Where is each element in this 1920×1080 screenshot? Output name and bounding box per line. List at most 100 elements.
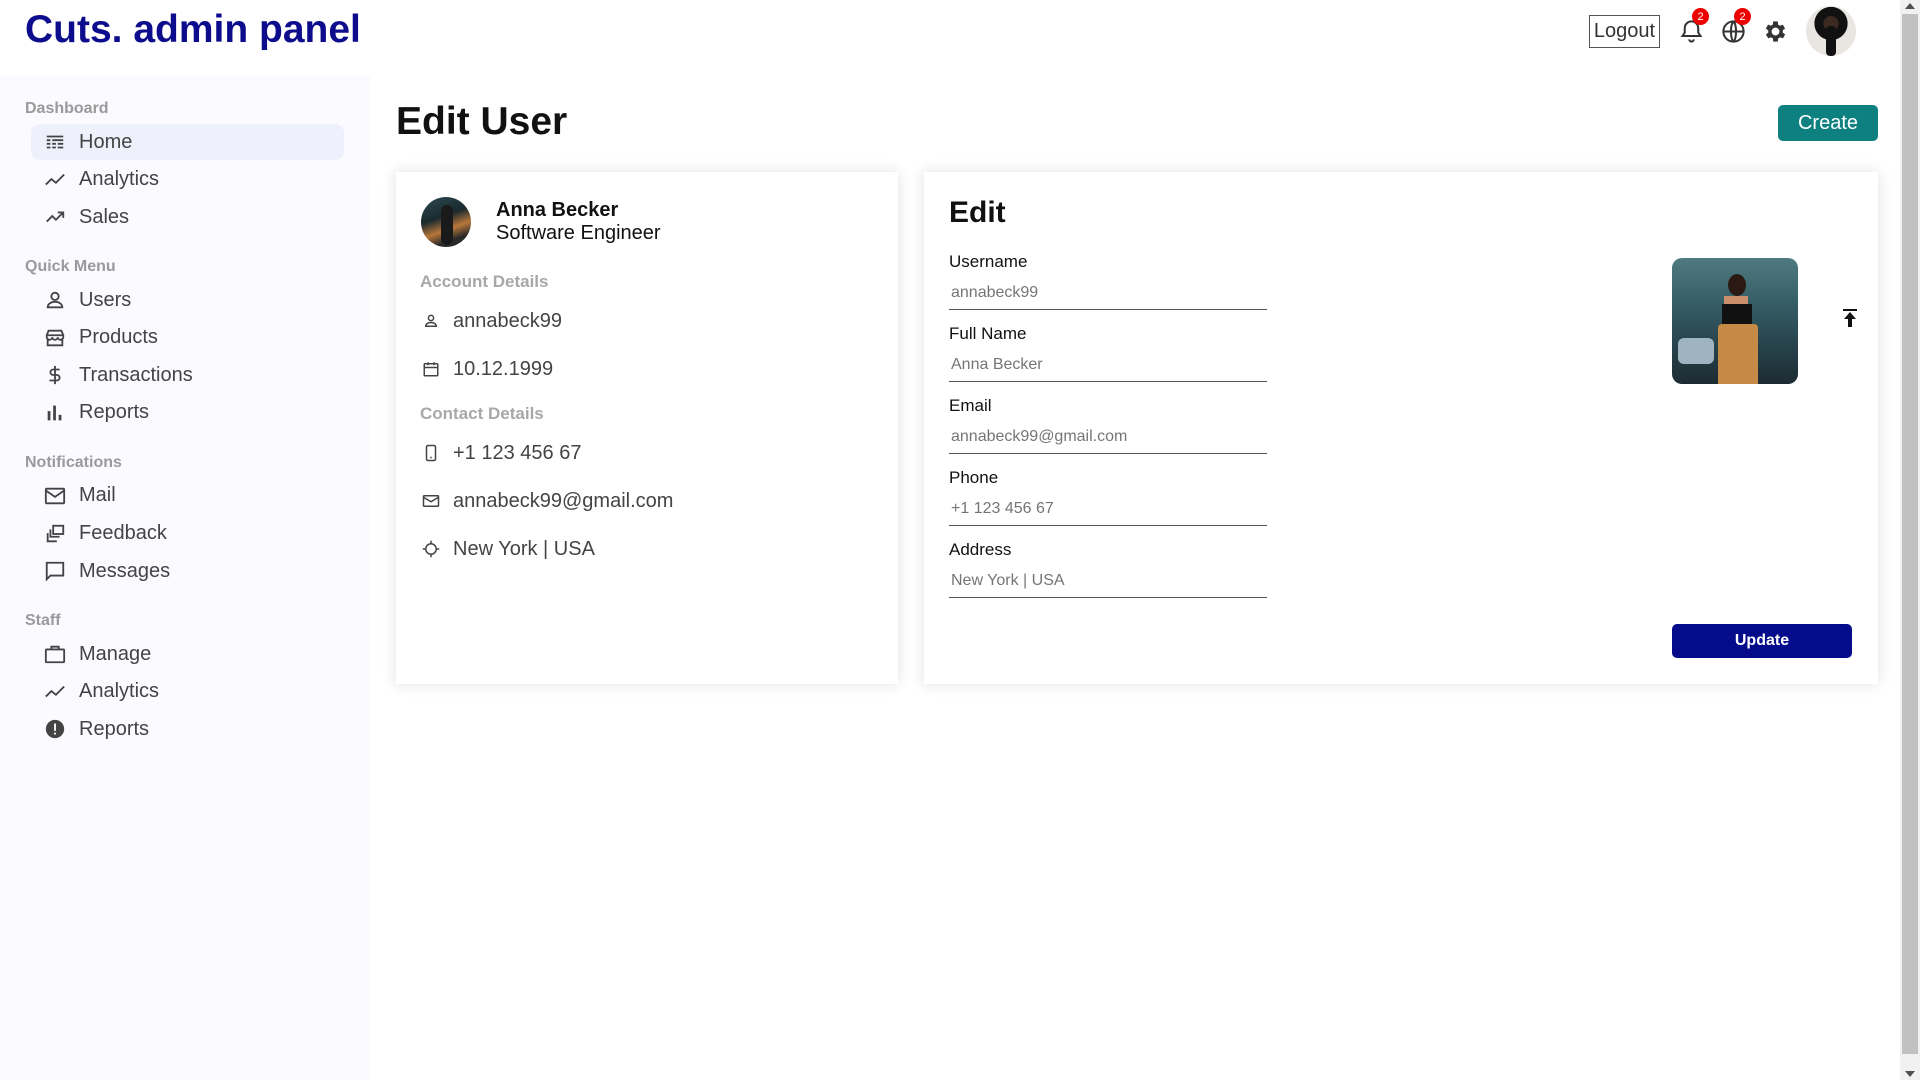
sidebar: Dashboard Home Analytics Sales Quick Men… — [0, 76, 370, 1080]
user-edit-card: Edit Username Full Name Email Phone Addr… — [924, 172, 1878, 684]
sidebar-item-transactions[interactable]: Transactions — [31, 357, 344, 393]
sidebar-item-label: Transactions — [79, 363, 193, 386]
user-header: Anna Becker Software Engineer — [421, 196, 874, 248]
bar-chart-icon — [44, 402, 66, 424]
app-logo[interactable]: Cuts. admin panel — [25, 8, 361, 52]
sidebar-item-analytics[interactable]: Analytics — [31, 162, 344, 198]
sidebar-item-manage[interactable]: Manage — [31, 636, 344, 672]
user-upload-image — [1672, 258, 1798, 384]
sidebar-item-label: Reports — [79, 717, 150, 740]
topbar: Cuts. admin panel Logout 2 2 — [0, 0, 1900, 66]
scroll-down-arrow-icon[interactable] — [1905, 1071, 1915, 1077]
user-name: Anna Becker — [496, 199, 619, 221]
sidebar-item-label: Reports — [79, 401, 150, 424]
user-icon — [44, 289, 66, 311]
sidebar-item-label: Products — [79, 326, 158, 349]
phone-value: +1 123 456 67 — [453, 441, 582, 464]
form-item-username: Username — [949, 252, 1267, 310]
store-icon — [44, 327, 66, 349]
account-details-title: Account Details — [420, 272, 549, 291]
sidebar-item-staff-analytics[interactable]: Analytics — [31, 674, 344, 710]
page-title: Edit User — [396, 100, 568, 143]
sidebar-section-notifications: Notifications Mail Feedback Messages — [25, 454, 370, 589]
notifications-button[interactable]: 2 — [1676, 8, 1709, 46]
dollar-icon — [44, 364, 66, 386]
home-icon — [44, 131, 66, 153]
address-detail: New York | USA — [421, 538, 874, 560]
sidebar-item-staff-reports[interactable]: Reports — [31, 711, 344, 747]
edit-title: Edit — [949, 196, 1006, 229]
sidebar-section-title: Notifications — [25, 453, 122, 471]
sidebar-item-mail[interactable]: Mail — [31, 478, 344, 514]
user-show-card: Anna Becker Software Engineer Account De… — [396, 172, 898, 684]
phone-label: Phone — [949, 468, 999, 487]
settings-button[interactable] — [1760, 16, 1790, 46]
sidebar-item-home[interactable]: Home — [31, 124, 344, 160]
timeline-icon — [44, 169, 66, 191]
edit-form: Username Full Name Email Phone Address — [949, 252, 1267, 598]
update-button[interactable]: Update — [1672, 624, 1852, 658]
scroll-thumb[interactable] — [1902, 14, 1918, 1054]
sidebar-item-products[interactable]: Products — [31, 320, 344, 356]
mail-outline-icon — [421, 491, 441, 511]
sidebar-item-label: Feedback — [79, 522, 167, 545]
sidebar-item-sales[interactable]: Sales — [31, 199, 344, 235]
sidebar-item-users[interactable]: Users — [31, 282, 344, 318]
user-job-title: Software Engineer — [496, 222, 661, 244]
user-avatar — [421, 197, 471, 247]
sidebar-item-reports[interactable]: Reports — [31, 395, 344, 431]
full-name-input[interactable] — [949, 344, 1267, 382]
trending-up-icon — [44, 206, 66, 228]
photo-background-car — [1678, 338, 1714, 364]
form-item-phone: Phone — [949, 468, 1267, 526]
notification-badge: 2 — [1692, 8, 1709, 25]
mail-icon — [44, 485, 66, 507]
create-button[interactable]: Create — [1778, 105, 1878, 141]
address-input[interactable] — [949, 560, 1267, 598]
language-button[interactable]: 2 — [1718, 8, 1751, 46]
form-item-address: Address — [949, 540, 1267, 598]
user-title-block: Anna Becker Software Engineer — [496, 199, 661, 245]
username-detail: annabeck99 — [421, 310, 874, 332]
email-input[interactable] — [949, 416, 1267, 454]
topbar-actions: Logout 2 2 — [1588, 6, 1856, 56]
logout-button[interactable]: Logout — [1588, 14, 1660, 48]
sidebar-item-label: Sales — [79, 205, 130, 228]
sidebar-item-label: Home — [79, 130, 133, 153]
sidebar-item-label: Analytics — [79, 168, 160, 191]
scroll-up-arrow-icon[interactable] — [1905, 3, 1915, 9]
sidebar-section-dashboard: Dashboard Home Analytics Sales — [25, 100, 370, 235]
work-icon — [44, 643, 66, 665]
address-label: Address — [949, 540, 1012, 559]
email-detail: annabeck99@gmail.com — [421, 490, 874, 512]
sidebar-item-feedback[interactable]: Feedback — [31, 516, 344, 552]
username-label: Username — [949, 252, 1028, 271]
location-searching-icon — [421, 539, 441, 559]
report-icon — [44, 718, 66, 740]
phone-input[interactable] — [949, 488, 1267, 526]
photo-figure — [1718, 274, 1758, 384]
form-item-full-name: Full Name — [949, 324, 1267, 382]
sidebar-item-label: Messages — [79, 559, 171, 582]
address-value: New York | USA — [453, 537, 595, 560]
email-value: annabeck99@gmail.com — [453, 489, 674, 512]
user-outline-icon — [421, 311, 441, 331]
phone-icon — [421, 443, 441, 463]
sidebar-item-label: Mail — [79, 484, 116, 507]
profile-avatar[interactable] — [1806, 6, 1856, 56]
sidebar-section-title: Quick Menu — [25, 258, 116, 276]
username-value: annabeck99 — [453, 309, 562, 332]
sidebar-item-label: Manage — [79, 642, 152, 665]
calendar-icon — [421, 359, 441, 379]
publish-icon[interactable] — [1838, 306, 1862, 330]
birthday-value: 10.12.1999 — [453, 357, 554, 380]
sidebar-item-messages[interactable]: Messages — [31, 553, 344, 589]
language-badge: 2 — [1734, 8, 1751, 25]
sidebar-section-quick-menu: Quick Menu Users Products Transactions R… — [25, 258, 370, 431]
sidebar-item-label: Analytics — [79, 680, 160, 703]
timeline-icon — [44, 681, 66, 703]
username-input[interactable] — [949, 272, 1267, 310]
dynamic-feed-icon — [44, 523, 66, 545]
sidebar-section-title: Staff — [25, 612, 61, 630]
vertical-scrollbar[interactable] — [1900, 0, 1920, 1080]
